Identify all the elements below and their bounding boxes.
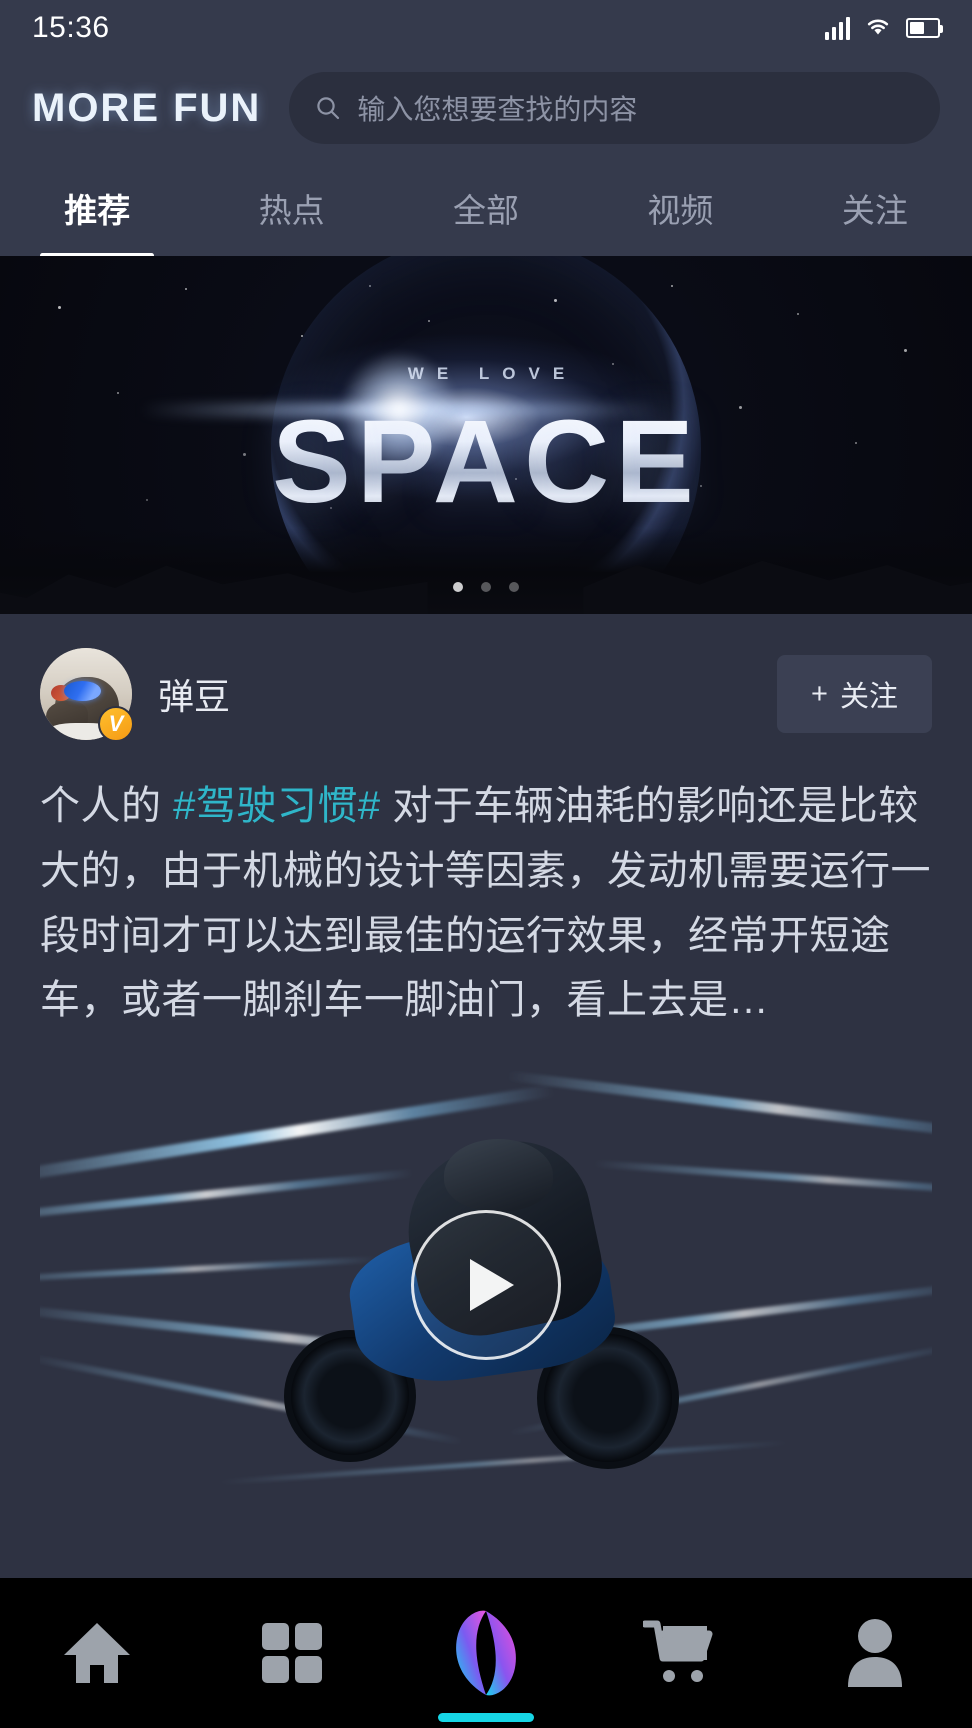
search-icon xyxy=(315,95,341,121)
tab-hot[interactable]: 热点 xyxy=(194,184,388,232)
follow-button[interactable]: + 关注 xyxy=(777,655,932,733)
play-icon[interactable] xyxy=(411,1210,561,1361)
carousel-dot[interactable] xyxy=(509,582,519,592)
app-logo: MORE FUN xyxy=(32,85,262,130)
status-bar: 15:36 xyxy=(0,0,972,56)
post-author-row: V 弹豆 + 关注 xyxy=(40,614,932,748)
banner-carousel[interactable]: WE LOVE SPACE xyxy=(0,256,972,614)
nav-item-home[interactable] xyxy=(0,1578,194,1728)
status-time: 15:36 xyxy=(32,11,110,44)
tab-label: 全部 xyxy=(453,192,520,229)
tab-recommend[interactable]: 推荐 xyxy=(0,184,194,258)
nav-item-category[interactable] xyxy=(194,1578,388,1728)
search-placeholder: 输入您想要查找的内容 xyxy=(357,94,638,125)
status-icons xyxy=(825,15,943,42)
carousel-dots[interactable] xyxy=(0,582,972,592)
battery-icon xyxy=(906,18,943,38)
tab-label: 热点 xyxy=(258,192,325,229)
tab-bar: 推荐 热点 全部 视频 关注 xyxy=(0,160,972,258)
feed-post: V 弹豆 + 关注 个人的 #驾驶习惯# 对于车辆油耗的影响还是比较大的，由于机… xyxy=(0,614,972,1516)
app-header: MORE FUN 输入您想要查找的内容 xyxy=(0,56,972,160)
carousel-dot[interactable] xyxy=(481,582,491,592)
tab-label: 关注 xyxy=(841,192,908,229)
carousel-dot[interactable] xyxy=(453,582,463,592)
post-video-thumbnail[interactable] xyxy=(40,1055,932,1515)
post-hashtag[interactable]: #驾驶习惯# xyxy=(173,784,381,828)
cart-icon xyxy=(643,1618,717,1688)
follow-button-label: 关注 xyxy=(839,681,898,713)
verified-badge-icon: V xyxy=(98,706,134,742)
mountain-silhouette xyxy=(0,528,972,614)
search-input[interactable]: 输入您想要查找的内容 xyxy=(289,72,940,144)
nav-item-profile[interactable] xyxy=(778,1578,972,1728)
bottom-navigation xyxy=(0,1578,972,1728)
nav-item-cart[interactable] xyxy=(583,1578,777,1728)
author-name[interactable]: 弹豆 xyxy=(158,668,230,720)
nav-item-create[interactable] xyxy=(389,1578,583,1728)
post-text-part: 个人的 xyxy=(40,784,174,828)
banner-title: SPACE xyxy=(0,394,972,530)
home-indicator xyxy=(438,1713,534,1722)
home-icon xyxy=(60,1619,134,1687)
avatar[interactable]: V xyxy=(40,648,134,742)
wifi-icon xyxy=(864,15,892,42)
aperture-logo-icon xyxy=(448,1608,524,1698)
post-text: 个人的 #驾驶习惯# 对于车辆油耗的影响还是比较大的，由于机械的设计等因素，发动… xyxy=(40,748,932,1055)
tab-label: 视频 xyxy=(647,192,714,229)
signal-icon xyxy=(825,16,850,40)
app-screen: 15:36 MORE FUN 输入您想要查找的内容 推荐 热点 全部 视频 关注… xyxy=(0,0,972,1728)
tab-all[interactable]: 全部 xyxy=(389,184,583,232)
person-icon xyxy=(844,1617,906,1689)
tab-label: 推荐 xyxy=(64,192,131,229)
plus-icon: + xyxy=(811,677,828,710)
tab-video[interactable]: 视频 xyxy=(583,184,777,232)
grid-icon xyxy=(260,1621,324,1685)
tab-following[interactable]: 关注 xyxy=(778,184,972,232)
banner-kicker: WE LOVE xyxy=(407,364,578,383)
